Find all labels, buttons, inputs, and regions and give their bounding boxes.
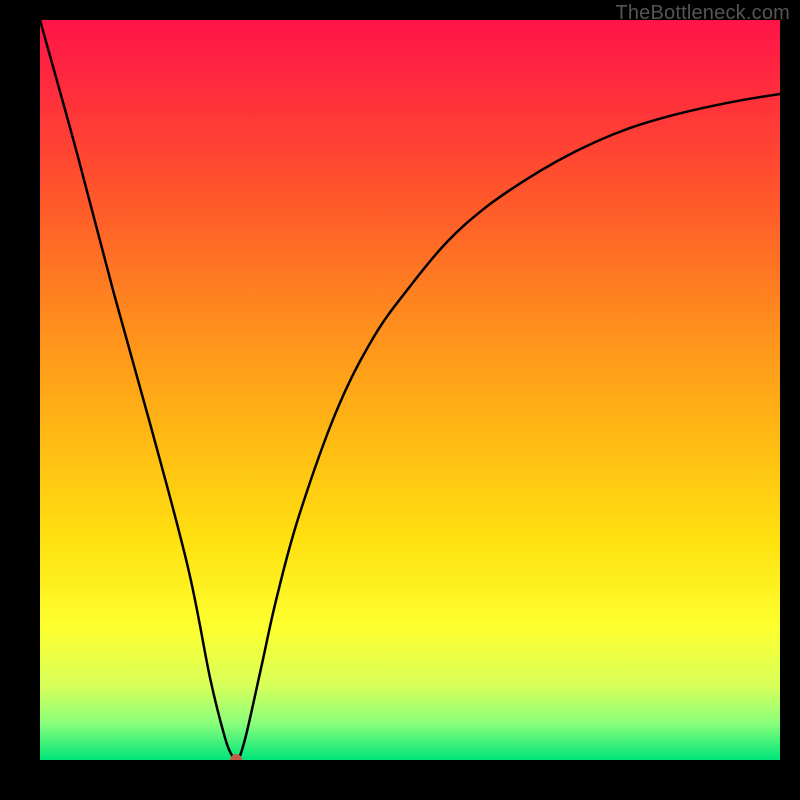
- plot-svg: [40, 20, 780, 760]
- chart-frame: TheBottleneck.com: [0, 0, 800, 800]
- gradient-background: [40, 20, 780, 760]
- plot-area: [40, 20, 780, 760]
